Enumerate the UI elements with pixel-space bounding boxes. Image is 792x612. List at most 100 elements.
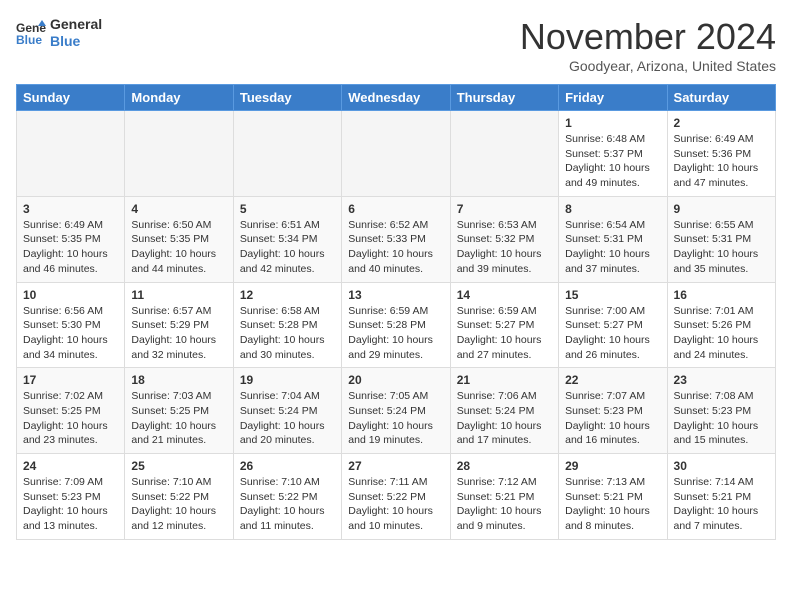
- day-info: Sunrise: 6:57 AM Sunset: 5:29 PM Dayligh…: [131, 304, 226, 363]
- calendar-day-cell: 27 Sunrise: 7:11 AM Sunset: 5:22 PM Dayli…: [342, 454, 450, 540]
- calendar-day-cell: 23Sunrise: 7:08 AM Sunset: 5:23 PM Dayli…: [667, 368, 775, 454]
- weekday-header: Wednesday: [342, 85, 450, 111]
- calendar-day-cell: 8 Sunrise: 6:54 AM Sunset: 5:31 PM Daylig…: [559, 196, 667, 282]
- day-info: Sunrise: 7:01 AM Sunset: 5:26 PM Dayligh…: [674, 304, 769, 363]
- day-number: 25: [131, 459, 226, 473]
- calendar-day-cell: 28 Sunrise: 7:12 AM Sunset: 5:21 PM Dayli…: [450, 454, 558, 540]
- day-info: Sunrise: 7:09 AM Sunset: 5:23 PM Dayligh…: [23, 475, 118, 534]
- day-info: Sunrise: 7:11 AM Sunset: 5:22 PM Dayligh…: [348, 475, 443, 534]
- calendar-table: SundayMondayTuesdayWednesdayThursdayFrid…: [16, 84, 776, 540]
- day-number: 13: [348, 288, 443, 302]
- day-info: Sunrise: 6:56 AM Sunset: 5:30 PM Dayligh…: [23, 304, 118, 363]
- calendar-day-cell: [17, 111, 125, 197]
- day-number: 15: [565, 288, 660, 302]
- day-info: Sunrise: 6:59 AM Sunset: 5:28 PM Dayligh…: [348, 304, 443, 363]
- day-info: Sunrise: 7:10 AM Sunset: 5:22 PM Dayligh…: [240, 475, 335, 534]
- day-info: Sunrise: 7:03 AM Sunset: 5:25 PM Dayligh…: [131, 389, 226, 448]
- calendar-day-cell: 1 Sunrise: 6:48 AM Sunset: 5:37 PM Daylig…: [559, 111, 667, 197]
- day-number: 27: [348, 459, 443, 473]
- day-info: Sunrise: 7:04 AM Sunset: 5:24 PM Dayligh…: [240, 389, 335, 448]
- calendar-day-cell: 29 Sunrise: 7:13 AM Sunset: 5:21 PM Dayli…: [559, 454, 667, 540]
- calendar-day-cell: 7 Sunrise: 6:53 AM Sunset: 5:32 PM Daylig…: [450, 196, 558, 282]
- title-block: November 2024 Goodyear, Arizona, United …: [520, 16, 776, 74]
- calendar-day-cell: 30 Sunrise: 7:14 AM Sunset: 5:21 PM Dayli…: [667, 454, 775, 540]
- day-info: Sunrise: 7:13 AM Sunset: 5:21 PM Dayligh…: [565, 475, 660, 534]
- calendar-day-cell: 5Sunrise: 6:51 AM Sunset: 5:34 PM Daylig…: [233, 196, 341, 282]
- weekday-header: Sunday: [17, 85, 125, 111]
- day-info: Sunrise: 6:51 AM Sunset: 5:34 PM Dayligh…: [240, 218, 335, 277]
- day-number: 11: [131, 288, 226, 302]
- month-title: November 2024: [520, 16, 776, 58]
- day-info: Sunrise: 7:10 AM Sunset: 5:22 PM Dayligh…: [131, 475, 226, 534]
- calendar-week-row: 1 Sunrise: 6:48 AM Sunset: 5:37 PM Daylig…: [17, 111, 776, 197]
- calendar-day-cell: 21Sunrise: 7:06 AM Sunset: 5:24 PM Dayli…: [450, 368, 558, 454]
- day-number: 4: [131, 202, 226, 216]
- calendar-day-cell: 16Sunrise: 7:01 AM Sunset: 5:26 PM Dayli…: [667, 282, 775, 368]
- day-info: Sunrise: 6:48 AM Sunset: 5:37 PM Dayligh…: [565, 132, 660, 191]
- day-number: 7: [457, 202, 552, 216]
- location-title: Goodyear, Arizona, United States: [520, 58, 776, 74]
- calendar-day-cell: [342, 111, 450, 197]
- day-info: Sunrise: 7:05 AM Sunset: 5:24 PM Dayligh…: [348, 389, 443, 448]
- day-number: 12: [240, 288, 335, 302]
- day-number: 3: [23, 202, 118, 216]
- calendar-day-cell: 22 Sunrise: 7:07 AM Sunset: 5:23 PM Dayli…: [559, 368, 667, 454]
- calendar-week-row: 10Sunrise: 6:56 AM Sunset: 5:30 PM Dayli…: [17, 282, 776, 368]
- calendar-day-cell: 11 Sunrise: 6:57 AM Sunset: 5:29 PM Dayli…: [125, 282, 233, 368]
- day-info: Sunrise: 7:07 AM Sunset: 5:23 PM Dayligh…: [565, 389, 660, 448]
- calendar-body: 1 Sunrise: 6:48 AM Sunset: 5:37 PM Daylig…: [17, 111, 776, 540]
- weekday-header: Saturday: [667, 85, 775, 111]
- weekday-header: Thursday: [450, 85, 558, 111]
- weekday-header: Friday: [559, 85, 667, 111]
- day-number: 21: [457, 373, 552, 387]
- day-info: Sunrise: 6:49 AM Sunset: 5:36 PM Dayligh…: [674, 132, 769, 191]
- day-number: 30: [674, 459, 769, 473]
- calendar-day-cell: 2Sunrise: 6:49 AM Sunset: 5:36 PM Daylig…: [667, 111, 775, 197]
- day-number: 26: [240, 459, 335, 473]
- day-info: Sunrise: 7:14 AM Sunset: 5:21 PM Dayligh…: [674, 475, 769, 534]
- logo-icon: General Blue: [16, 18, 46, 48]
- calendar-day-cell: 17 Sunrise: 7:02 AM Sunset: 5:25 PM Dayli…: [17, 368, 125, 454]
- day-info: Sunrise: 6:58 AM Sunset: 5:28 PM Dayligh…: [240, 304, 335, 363]
- day-number: 9: [674, 202, 769, 216]
- day-number: 23: [674, 373, 769, 387]
- day-number: 28: [457, 459, 552, 473]
- day-number: 22: [565, 373, 660, 387]
- calendar-week-row: 24Sunrise: 7:09 AM Sunset: 5:23 PM Dayli…: [17, 454, 776, 540]
- calendar-day-cell: 9Sunrise: 6:55 AM Sunset: 5:31 PM Daylig…: [667, 196, 775, 282]
- calendar-day-cell: [450, 111, 558, 197]
- calendar-day-cell: 6 Sunrise: 6:52 AM Sunset: 5:33 PM Daylig…: [342, 196, 450, 282]
- day-info: Sunrise: 6:52 AM Sunset: 5:33 PM Dayligh…: [348, 218, 443, 277]
- calendar-day-cell: 3Sunrise: 6:49 AM Sunset: 5:35 PM Daylig…: [17, 196, 125, 282]
- calendar-day-cell: 4 Sunrise: 6:50 AM Sunset: 5:35 PM Daylig…: [125, 196, 233, 282]
- day-info: Sunrise: 6:50 AM Sunset: 5:35 PM Dayligh…: [131, 218, 226, 277]
- calendar-day-cell: [233, 111, 341, 197]
- day-info: Sunrise: 7:02 AM Sunset: 5:25 PM Dayligh…: [23, 389, 118, 448]
- calendar-day-cell: 14 Sunrise: 6:59 AM Sunset: 5:27 PM Dayli…: [450, 282, 558, 368]
- calendar-week-row: 3Sunrise: 6:49 AM Sunset: 5:35 PM Daylig…: [17, 196, 776, 282]
- day-number: 1: [565, 116, 660, 130]
- page-header: General Blue General Blue November 2024 …: [16, 16, 776, 74]
- calendar-day-cell: 12 Sunrise: 6:58 AM Sunset: 5:28 PM Dayli…: [233, 282, 341, 368]
- day-info: Sunrise: 7:12 AM Sunset: 5:21 PM Dayligh…: [457, 475, 552, 534]
- calendar-day-cell: 15 Sunrise: 7:00 AM Sunset: 5:27 PM Dayli…: [559, 282, 667, 368]
- day-number: 20: [348, 373, 443, 387]
- calendar-day-cell: 18 Sunrise: 7:03 AM Sunset: 5:25 PM Dayli…: [125, 368, 233, 454]
- logo: General Blue General Blue: [16, 16, 102, 50]
- day-info: Sunrise: 6:53 AM Sunset: 5:32 PM Dayligh…: [457, 218, 552, 277]
- day-info: Sunrise: 7:00 AM Sunset: 5:27 PM Dayligh…: [565, 304, 660, 363]
- calendar-week-row: 17 Sunrise: 7:02 AM Sunset: 5:25 PM Dayli…: [17, 368, 776, 454]
- calendar-day-cell: [125, 111, 233, 197]
- day-number: 14: [457, 288, 552, 302]
- day-info: Sunrise: 6:54 AM Sunset: 5:31 PM Dayligh…: [565, 218, 660, 277]
- day-number: 17: [23, 373, 118, 387]
- calendar-day-cell: 24Sunrise: 7:09 AM Sunset: 5:23 PM Dayli…: [17, 454, 125, 540]
- day-number: 6: [348, 202, 443, 216]
- day-number: 18: [131, 373, 226, 387]
- day-number: 8: [565, 202, 660, 216]
- calendar-day-cell: 25 Sunrise: 7:10 AM Sunset: 5:22 PM Dayli…: [125, 454, 233, 540]
- day-number: 19: [240, 373, 335, 387]
- day-info: Sunrise: 6:59 AM Sunset: 5:27 PM Dayligh…: [457, 304, 552, 363]
- calendar-day-cell: 10Sunrise: 6:56 AM Sunset: 5:30 PM Dayli…: [17, 282, 125, 368]
- day-number: 29: [565, 459, 660, 473]
